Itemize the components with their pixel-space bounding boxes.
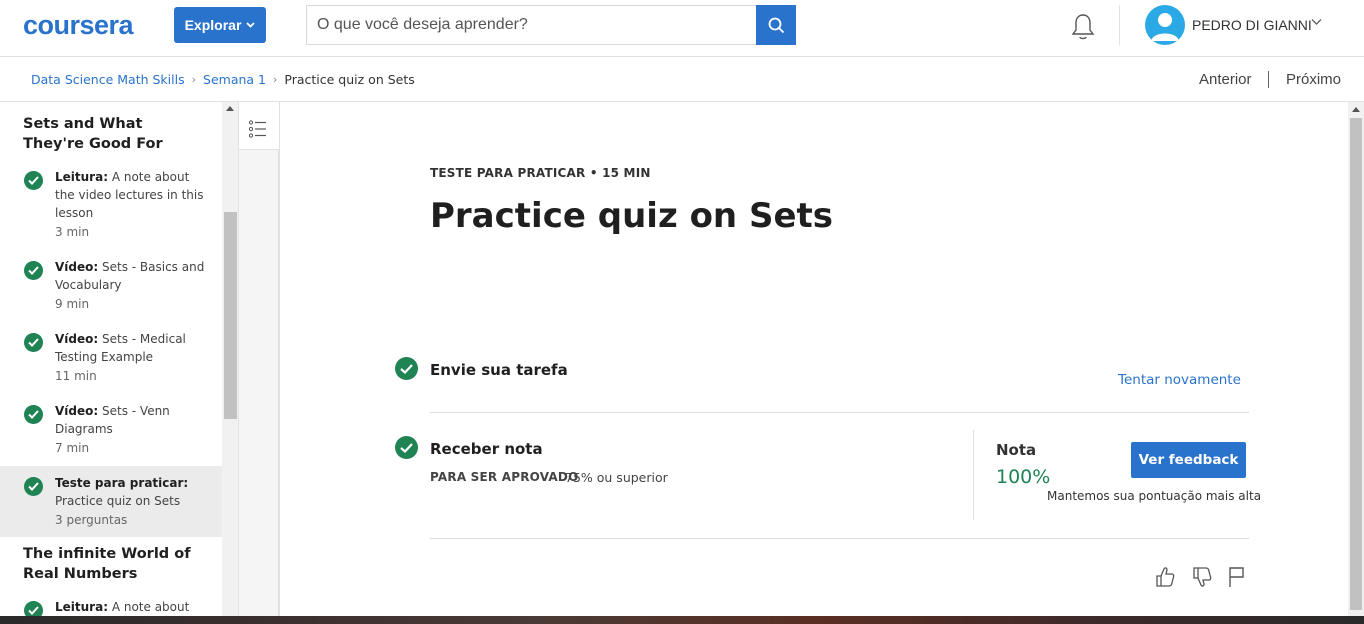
list-item[interactable]: Leitura: A note about the video lectures… [0,164,222,244]
item-name: A note about [111,600,190,614]
keep-highest-note: Mantemos sua pontuação mais alta [1047,489,1262,503]
check-icon [395,357,418,380]
flag-icon[interactable] [1228,566,1246,588]
section-title[interactable]: The infinite World of Real Numbers [23,544,203,584]
header-divider [1119,5,1120,45]
grade-step-title: Receber nota [430,440,543,458]
list-item[interactable]: Vídeo: Sets - Basics and Vocabulary 9 mi… [0,254,222,316]
item-type: Vídeo: [55,332,99,346]
thumbs-up-icon[interactable] [1155,566,1175,588]
section-title[interactable]: Sets and What They're Good For [23,114,203,154]
search-input[interactable]: O que você deseja aprender? [306,5,756,45]
chevron-right-icon: › [191,73,197,86]
grade-label: Nota [996,441,1037,459]
item-name: Practice quiz on Sets [55,494,181,508]
avatar[interactable] [1145,5,1185,45]
item-type: Vídeo: [55,260,99,274]
submit-step-title: Envie sua tarefa [430,361,568,379]
explore-label: Explorar [184,17,242,33]
view-feedback-button[interactable]: Ver feedback [1131,442,1246,478]
sidebar-toggle-strip [238,102,280,620]
item-duration: 3 perguntas [55,513,128,527]
list-item-active[interactable]: Teste para praticar: Practice quiz on Se… [0,466,222,537]
bell-icon[interactable] [1070,12,1096,42]
item-duration: 3 min [55,225,90,239]
pass-label: PARA SER APROVADO [430,470,579,484]
check-icon [395,436,418,459]
user-name[interactable]: PEDRO DI GIANNI [1192,17,1312,33]
chevron-down-icon [246,22,256,28]
list-item[interactable]: Vídeo: Sets - Medical Testing Example 11… [0,326,222,388]
breadcrumb-week[interactable]: Semana 1 [203,72,266,87]
toggle-menu-button[interactable] [239,102,279,150]
search-icon [768,17,784,33]
item-type: Leitura: [55,600,108,614]
chevron-down-icon[interactable] [1311,18,1322,26]
item-text: Leitura: A note about [55,598,205,616]
divider [430,412,1249,413]
coursera-logo[interactable]: coursera [23,10,134,41]
grade-value: 100% [996,466,1051,488]
next-link[interactable]: Próximo [1286,71,1341,88]
check-icon [24,405,43,424]
breadcrumb-bar: Data Science Math Skills › Semana 1 › Pr… [0,57,1364,102]
check-icon [24,171,43,190]
check-icon [24,477,43,496]
breadcrumb-current: Practice quiz on Sets [284,72,415,87]
item-type: Leitura: [55,170,108,184]
search-button[interactable] [756,5,796,45]
breadcrumb-course[interactable]: Data Science Math Skills [31,72,185,87]
thumbs-down-icon[interactable] [1192,566,1212,588]
item-type: Vídeo: [55,404,99,418]
item-text: Vídeo: Sets - Medical Testing Example [55,330,205,366]
course-sidebar: Sets and What They're Good For Leitura: … [0,102,222,620]
item-duration: 11 min [55,369,97,383]
scroll-up-icon[interactable] [226,106,234,111]
scroll-up-icon[interactable] [1352,107,1360,112]
divider [430,538,1249,539]
sidebar-scrollbar-thumb[interactable] [224,212,237,419]
explore-button[interactable]: Explorar [174,7,266,43]
page-title: Practice quiz on Sets [430,196,834,236]
item-text: Leitura: A note about the video lectures… [55,168,205,222]
item-duration: 7 min [55,441,90,455]
pass-value: 75% ou superior [565,470,668,485]
main-scrollbar-thumb[interactable] [1350,118,1362,610]
item-duration: 9 min [55,297,90,311]
item-text: Vídeo: Sets - Basics and Vocabulary [55,258,205,294]
user-icon [1151,13,1179,41]
item-text: Vídeo: Sets - Venn Diagrams [55,402,205,438]
grade-divider [973,430,974,520]
retry-link[interactable]: Tentar novamente [1118,372,1241,388]
list-icon [249,120,266,138]
search-placeholder: O que você deseja aprender? [317,16,528,33]
check-icon [24,333,43,352]
item-kicker: TESTE PARA PRATICAR • 15 MIN [430,166,651,180]
check-icon [24,261,43,280]
chevron-right-icon: › [273,73,278,86]
previous-link[interactable]: Anterior [1199,71,1252,88]
item-text: Teste para praticar: Practice quiz on Se… [55,474,205,510]
nav-divider [1268,71,1269,88]
breadcrumb: Data Science Math Skills › Semana 1 › Pr… [31,72,415,87]
top-header: coursera Explorar O que você deseja apre… [0,0,1364,57]
taskbar-strip [0,616,1364,624]
list-item[interactable]: Vídeo: Sets - Venn Diagrams 7 min [0,398,222,460]
item-type: Teste para praticar: [55,476,189,490]
